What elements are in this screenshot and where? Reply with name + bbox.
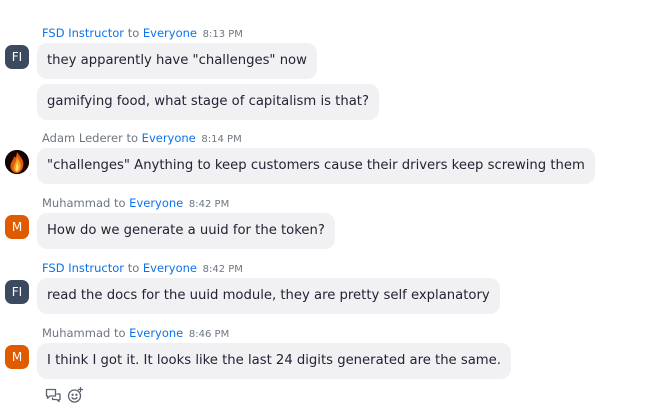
message-header: Muhammad to Everyone 8:42 PM (42, 195, 229, 213)
avatar[interactable]: FI (5, 45, 29, 69)
recipient-name[interactable]: Everyone (142, 131, 196, 145)
recipient-name[interactable]: Everyone (143, 26, 197, 40)
message-bubble[interactable]: read the docs for the uuid module, they … (37, 278, 500, 314)
message-header: FSD Instructor to Everyone 8:42 PM (42, 260, 243, 278)
message-header: Muhammad to Everyone 8:46 PM (42, 325, 229, 343)
message-bubble[interactable]: they apparently have "challenges" now (37, 43, 317, 79)
message-bubble[interactable]: I think I got it. It looks like the last… (37, 343, 511, 379)
to-label: to (126, 131, 139, 145)
to-label: to (127, 26, 140, 40)
recipient-name[interactable]: Everyone (129, 196, 183, 210)
sender-name[interactable]: FSD Instructor (42, 261, 124, 275)
avatar[interactable]: FI (5, 280, 29, 304)
avatar-fire-image (5, 150, 29, 174)
to-label: to (127, 261, 140, 275)
avatar[interactable]: M (5, 345, 29, 369)
message-time: 8:46 PM (188, 329, 230, 340)
message-time: 8:42 PM (188, 199, 230, 210)
sender-name[interactable]: Muhammad (42, 326, 110, 340)
sender-name[interactable]: Muhammad (42, 196, 110, 210)
reply-thread-icon[interactable] (44, 386, 62, 404)
sender-name[interactable]: FSD Instructor (42, 26, 124, 40)
message-bubble[interactable]: gamifying food, what stage of capitalism… (37, 84, 379, 120)
message-time: 8:13 PM (202, 29, 243, 40)
add-reaction-icon[interactable] (66, 386, 84, 404)
recipient-name[interactable]: Everyone (129, 326, 183, 340)
message-header: FSD Instructor to Everyone 8:13 PM (42, 25, 243, 43)
message-bubble[interactable]: "challenges" Anything to keep customers … (37, 148, 595, 184)
message-header: Adam Lederer to Everyone 8:14 PM (42, 130, 242, 148)
message-bubble[interactable]: How do we generate a uuid for the token? (37, 213, 335, 249)
sender-name[interactable]: Adam Lederer (42, 131, 123, 145)
to-label: to (113, 326, 126, 340)
to-label: to (113, 196, 126, 210)
avatar[interactable] (5, 150, 29, 174)
avatar[interactable]: M (5, 215, 29, 239)
recipient-name[interactable]: Everyone (143, 261, 197, 275)
message-time: 8:14 PM (201, 134, 242, 145)
message-time: 8:42 PM (202, 264, 243, 275)
